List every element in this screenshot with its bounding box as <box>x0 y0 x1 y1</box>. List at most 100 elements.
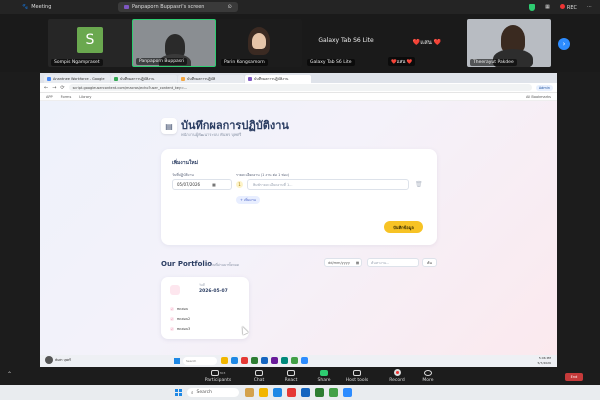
browser-tab[interactable]: บันทึกผลการปฏิบัติงาน <box>111 75 177 83</box>
screen: 🐾 Meeting Panpaporn Buppasri's screen ⊙ … <box>0 0 600 400</box>
portfolio-date-filter[interactable]: dd/mm/yyyy ▦ <box>324 258 362 267</box>
tasks-label: รายละเอียดงาน (1 งาน ต่อ 1 ช่อง) <box>236 173 289 177</box>
search-button[interactable]: ค้น <box>422 258 437 267</box>
more-button[interactable]: More <box>411 367 445 385</box>
participant-tile[interactable]: ❤️แสน ❤️ ❤️แสน ❤️ <box>385 19 469 67</box>
participant-tile[interactable]: S Sompis Ngampraset <box>48 19 132 67</box>
taskbar-search[interactable]: Search <box>183 357 217 365</box>
forward-icon[interactable]: → <box>52 85 56 91</box>
date-input[interactable]: 05/07/2026 ▦ <box>172 179 232 190</box>
bookmark[interactable]: APP <box>46 95 53 99</box>
react-button[interactable]: React <box>274 367 308 385</box>
bookmark[interactable]: Forms <box>61 95 72 99</box>
zoom-icon[interactable] <box>343 388 352 397</box>
browser-tab[interactable]: Anantnee Workforce - Google <box>44 75 110 83</box>
shared-screen-browser: Anantnee Workforce - Google บันทึกผลการป… <box>40 73 557 367</box>
add-task-button[interactable]: + เพิ่มงาน <box>236 196 260 204</box>
task-input[interactable]: พิมพ์รายละเอียดงานที่ 1... <box>247 179 409 190</box>
taskbar-search[interactable]: ⌕ Search <box>187 388 239 397</box>
back-icon[interactable]: ← <box>44 85 48 91</box>
widget-icon[interactable] <box>245 388 254 397</box>
avatar <box>45 356 53 364</box>
recording-indicator[interactable]: REC <box>559 3 577 11</box>
app-icon[interactable] <box>281 357 288 364</box>
excel-icon[interactable] <box>315 388 324 397</box>
card-date: 2026-05-07 <box>199 289 228 294</box>
windows-start-icon[interactable] <box>175 389 182 396</box>
taskbar-clock[interactable]: 5:06 PM 5/7/2026 <box>538 356 551 365</box>
participant-name: Panpaporn Buppasri <box>136 58 188 65</box>
bullet-icon: ✓ <box>170 317 174 321</box>
browser-tab-active[interactable]: บันทึกผลการปฏิบัติงาน <box>245 75 311 83</box>
browser-tab[interactable]: บันทึกผลการปฏิบัติ <box>178 75 244 83</box>
overflow-icon[interactable]: ⋯ <box>587 4 592 10</box>
user-widget[interactable]: พันพร บุพศรี <box>45 356 71 364</box>
chrome-icon[interactable] <box>241 357 248 364</box>
fullscreen-icon[interactable]: ▦ <box>545 4 550 10</box>
meeting-label[interactable]: 🐾 Meeting <box>0 4 51 10</box>
zoom-toolbar: ⌃ 303 Participants Chat React Share Host… <box>0 367 600 385</box>
address-bar: ← → ⟳ script.googleusercontent.com/macro… <box>40 83 557 93</box>
calendar-icon[interactable]: ▦ <box>356 261 359 265</box>
file-explorer-icon[interactable] <box>221 357 228 364</box>
save-button[interactable]: บันทึกข้อมูล <box>384 221 423 233</box>
participants-button[interactable]: 303 Participants <box>201 367 235 385</box>
line-icon[interactable] <box>329 388 338 397</box>
word-icon[interactable] <box>301 388 310 397</box>
all-bookmarks[interactable]: All Bookmarks <box>526 95 551 99</box>
participant-tile[interactable]: Parin Kongsamorn <box>218 19 302 67</box>
record-button[interactable]: Record <box>380 367 414 385</box>
participant-tile[interactable]: Galaxy Tab S6 Lite Galaxy Tab S6 Lite <box>304 19 388 67</box>
chrome-icon[interactable] <box>287 388 296 397</box>
end-button[interactable]: End <box>565 373 583 381</box>
participant-name: Theerayut Pakdee <box>470 59 517 66</box>
more-icon <box>424 369 432 376</box>
favicon-icon <box>248 77 252 81</box>
bullet-icon: ✓ <box>170 327 174 331</box>
shield-icon[interactable] <box>529 3 536 11</box>
date-label: วันที่ปฏิบัติงาน <box>172 173 194 177</box>
participant-tile[interactable]: Theerayut Pakdee <box>467 19 551 67</box>
url-field[interactable]: script.googleusercontent.com/macros/echo… <box>68 84 532 91</box>
zoom-icon[interactable] <box>301 357 308 364</box>
gallery-next-button[interactable]: › <box>558 38 570 50</box>
portfolio-search-input[interactable]: ค้นหางาน... <box>367 258 419 267</box>
shield-icon <box>353 369 361 376</box>
portfolio-subtitle: ผลงานที่ผ่านมาทั้งหมด <box>205 263 240 267</box>
reload-icon[interactable]: ⟳ <box>60 85 64 91</box>
taskbar-apps <box>221 357 308 364</box>
page-subtitle: พนักงานผู้พัฒนาระบบ พันพร บุพศรี <box>181 132 242 137</box>
host-windows-taskbar: ⌕ Search <box>0 385 600 400</box>
screen-share-indicator[interactable]: Panpaporn Buppasri's screen ⊙ <box>118 2 238 12</box>
participant-name: ❤️แสน ❤️ <box>388 57 416 66</box>
teams-icon[interactable] <box>271 357 278 364</box>
file-explorer-icon[interactable] <box>259 388 268 397</box>
calendar-icon <box>170 285 180 295</box>
document-icon: ▤ <box>161 118 177 134</box>
word-icon[interactable] <box>261 357 268 364</box>
list-item: ✓ ทดสอบ2 <box>170 317 191 321</box>
host-tools-button[interactable]: Host tools <box>340 367 374 385</box>
line-icon[interactable] <box>291 357 298 364</box>
chevron-up-icon[interactable]: ⌃ <box>7 371 12 378</box>
heart-icon <box>287 369 295 376</box>
portfolio-card[interactable]: วันที่ 2026-05-07 ✓ ทดสอบ ✓ ทดสอบ2 ✓ ทดสอบ3 <box>161 277 249 339</box>
bookmark[interactable]: Library <box>79 95 91 99</box>
windows-start-icon[interactable] <box>174 358 180 364</box>
edge-icon[interactable] <box>231 357 238 364</box>
edge-icon[interactable] <box>273 388 282 397</box>
profile-button[interactable]: Admin <box>535 84 553 91</box>
participant-name: Parin Kongsamorn <box>221 59 268 66</box>
avatar: S <box>77 27 103 53</box>
chat-button[interactable]: Chat <box>242 367 276 385</box>
app-page: ▤ บันทึกผลการปฏิบัติงาน พนักงานผู้พัฒนาร… <box>40 101 557 355</box>
list-item: ✓ ทดสอบ3 <box>170 327 191 331</box>
share-button[interactable]: Share <box>307 367 341 385</box>
calendar-icon[interactable]: ▦ <box>212 182 216 187</box>
more-options-icon[interactable]: ⊙ <box>227 4 231 10</box>
paw-icon: 🐾 <box>22 4 29 10</box>
people-icon <box>210 369 219 376</box>
trash-icon[interactable]: 🗑 <box>415 181 423 188</box>
participant-tile-active[interactable]: Panpaporn Buppasri <box>132 19 216 67</box>
excel-icon[interactable] <box>251 357 258 364</box>
